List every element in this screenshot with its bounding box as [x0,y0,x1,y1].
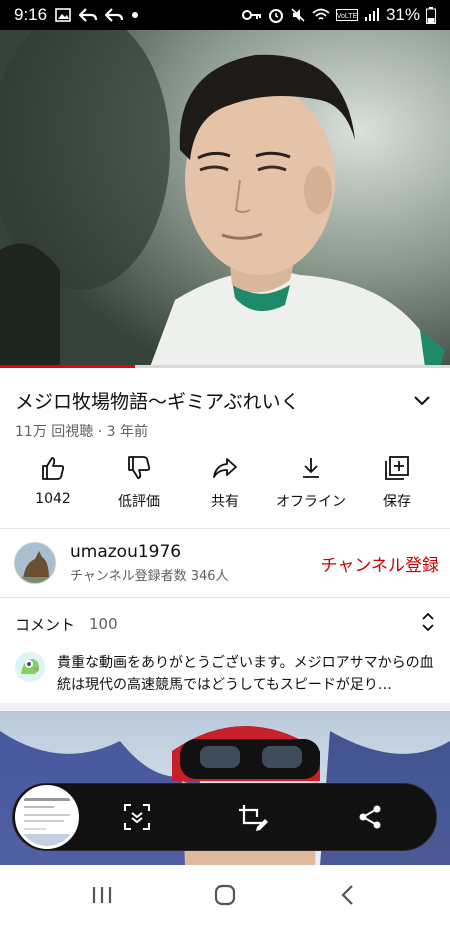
video-player[interactable] [0,30,450,367]
comments-section[interactable]: コメント 100 貴重な動画をありがとうございます。メジロアサマからの血統は現代… [15,612,435,696]
notification-dot-icon [131,11,139,19]
like-button[interactable]: 1042 [13,455,93,511]
divider [0,528,450,529]
dislike-label: 低評価 [118,494,160,510]
save-button[interactable]: 保存 [357,455,437,511]
recent-apps-icon[interactable] [82,875,122,915]
crop-edit-icon[interactable] [233,797,273,837]
share-label: 共有 [211,494,239,510]
channel-avatar[interactable] [14,542,56,584]
offline-label: オフライン [276,494,346,510]
status-bar: 9:16 VoLTE 31% [0,0,450,30]
wifi-icon [312,8,330,22]
share-icon[interactable] [350,797,390,837]
commenter-avatar [15,652,45,682]
video-meta: 11万 回視聴 · 3 年前 [15,424,148,440]
subscriber-count: チャンネル登録者数 346人 [70,569,229,584]
top-comment-text: 貴重な動画をありがとうございます。メジロアサマからの血統は現代の高速競馬ではどう… [57,655,434,693]
action-bar: 1042 低評価 共有 オフライン 保存 [0,455,450,511]
chevron-down-icon[interactable] [409,388,435,414]
dislike-button[interactable]: 低評価 [99,455,179,511]
navigation-bar [0,865,450,925]
video-progress-bar[interactable] [0,365,450,368]
like-count: 1042 [35,491,71,507]
offline-button[interactable]: オフライン [271,455,351,511]
share-arrow-icon [212,455,238,481]
divider [0,597,450,598]
channel-name[interactable]: umazou1976 [70,542,321,562]
svg-text:VoLTE: VoLTE [337,13,358,20]
screenshot-toolbar [12,783,437,851]
video-frame [0,30,450,367]
battery-percent: 31% [385,5,420,24]
video-progress-fill [0,365,135,368]
thumbs-up-icon [40,455,66,481]
download-icon [298,455,324,481]
screenshot-preview[interactable] [15,785,79,849]
back-icon[interactable] [328,875,368,915]
battery-icon [426,6,436,24]
comments-label: コメント [15,615,76,634]
gallery-icon [55,8,71,22]
video-title[interactable]: メジロ牧場物語～ギミアぶれいく [15,387,409,414]
comments-count: 100 [89,615,118,633]
title-row[interactable]: メジロ牧場物語～ギミアぶれいく [15,387,435,414]
subscribe-button[interactable]: チャンネル登録 [321,551,440,576]
reply-icon-2 [105,8,124,22]
thumbs-down-icon [126,455,152,481]
signal-icon [364,8,380,22]
volte-icon: VoLTE [335,9,358,21]
add-to-playlist-icon [384,455,410,481]
home-icon[interactable] [205,875,245,915]
expand-collapse-icon[interactable] [421,612,435,636]
save-label: 保存 [383,494,411,510]
key-icon [241,9,262,21]
scroll-capture-icon[interactable] [117,797,157,837]
section-separator [0,703,450,711]
share-button[interactable]: 共有 [185,455,265,511]
mute-icon [290,7,306,23]
status-time: 9:16 [14,5,48,24]
alarm-icon [268,7,284,23]
channel-row[interactable]: umazou1976 チャンネル登録者数 346人 チャンネル登録 [14,540,439,586]
top-comment[interactable]: 貴重な動画をありがとうございます。メジロアサマからの血統は現代の高速競馬ではどう… [15,652,435,696]
reply-icon [79,8,98,22]
